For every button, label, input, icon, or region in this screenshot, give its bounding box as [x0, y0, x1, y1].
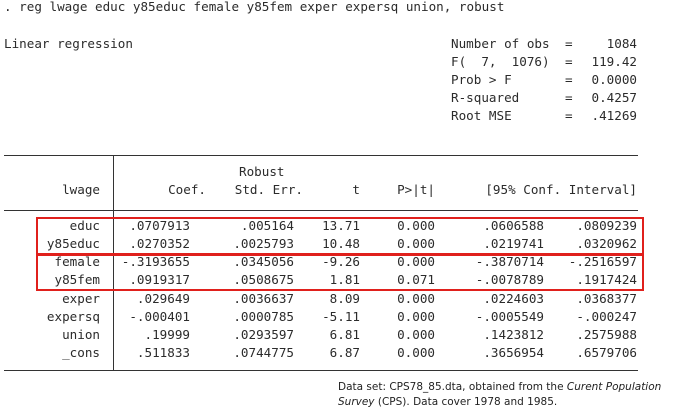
row-var: expersq — [46, 309, 100, 324]
row-p: 0.000 — [397, 291, 435, 306]
row-se: .0744775 — [233, 345, 294, 360]
row-ci-low: .0224603 — [483, 291, 544, 306]
model-title: Linear regression — [4, 36, 133, 51]
row-p: 0.000 — [397, 327, 435, 342]
table-header-rule — [4, 210, 638, 211]
highlight-box-education — [36, 217, 644, 255]
row-t: 6.81 — [329, 327, 360, 342]
row-se: .0036637 — [233, 291, 294, 306]
stat-label: F( 7, 1076) — [451, 54, 550, 69]
row-ci-high: .2575988 — [576, 327, 637, 342]
data-source-caption: Data set: CPS78_85.dta, obtained from th… — [338, 380, 693, 410]
header-coef: Coef. — [168, 182, 206, 197]
header-p: P>|t| — [397, 182, 435, 197]
stat-value: 119.42 — [591, 54, 638, 69]
caption-text-end: (CPS). Data cover 1978 and 1985. — [374, 396, 558, 408]
row-var: exper — [62, 291, 100, 306]
stat-equals: = — [565, 90, 573, 105]
stat-equals: = — [565, 54, 573, 69]
command-line: . reg lwage educ y85educ female y85fem e… — [4, 0, 505, 14]
stat-equals: = — [565, 36, 573, 51]
row-ci-high: .6579706 — [576, 345, 637, 360]
header-t: t — [352, 182, 360, 197]
row-var: _cons — [62, 345, 100, 360]
highlight-box-gender — [36, 254, 644, 291]
row-se: .0293597 — [233, 327, 294, 342]
stat-label: R-squared — [451, 90, 520, 105]
stat-label: Prob > F — [451, 72, 512, 87]
row-ci-high: .0368377 — [576, 291, 637, 306]
row-coef: .029649 — [136, 291, 190, 306]
row-ci-low: -.0005549 — [475, 309, 544, 324]
stat-label: Root MSE — [451, 108, 512, 123]
row-ci-high: -.000247 — [576, 309, 637, 324]
header-conf-interval: [95% Conf. Interval] — [485, 182, 637, 197]
row-p: 0.000 — [397, 345, 435, 360]
table-bottom-rule — [4, 370, 638, 371]
stat-value: .41269 — [591, 108, 638, 123]
caption-text: Data set: CPS78_85.dta, obtained from th… — [338, 381, 567, 393]
stat-value: 0.0000 — [591, 72, 638, 87]
stat-equals: = — [565, 108, 573, 123]
stat-equals: = — [565, 72, 573, 87]
row-coef: .19999 — [144, 327, 191, 342]
row-ci-low: .3656954 — [483, 345, 544, 360]
row-p: 0.000 — [397, 309, 435, 324]
row-t: 8.09 — [329, 291, 360, 306]
row-se: .0000785 — [233, 309, 294, 324]
row-t: -5.11 — [322, 309, 360, 324]
row-coef: .511833 — [136, 345, 190, 360]
row-coef: -.000401 — [129, 309, 190, 324]
header-std-err: Std. Err. — [234, 182, 303, 197]
header-depvar: lwage — [62, 182, 100, 197]
row-var: union — [62, 327, 100, 342]
row-t: 6.87 — [329, 345, 360, 360]
stat-label: Number of obs — [451, 36, 550, 51]
row-ci-low: .1423812 — [483, 327, 544, 342]
stat-value: 0.4257 — [591, 90, 638, 105]
header-robust: Robust — [239, 164, 285, 179]
table-top-rule — [4, 155, 638, 156]
stat-value: 1084 — [606, 36, 637, 51]
